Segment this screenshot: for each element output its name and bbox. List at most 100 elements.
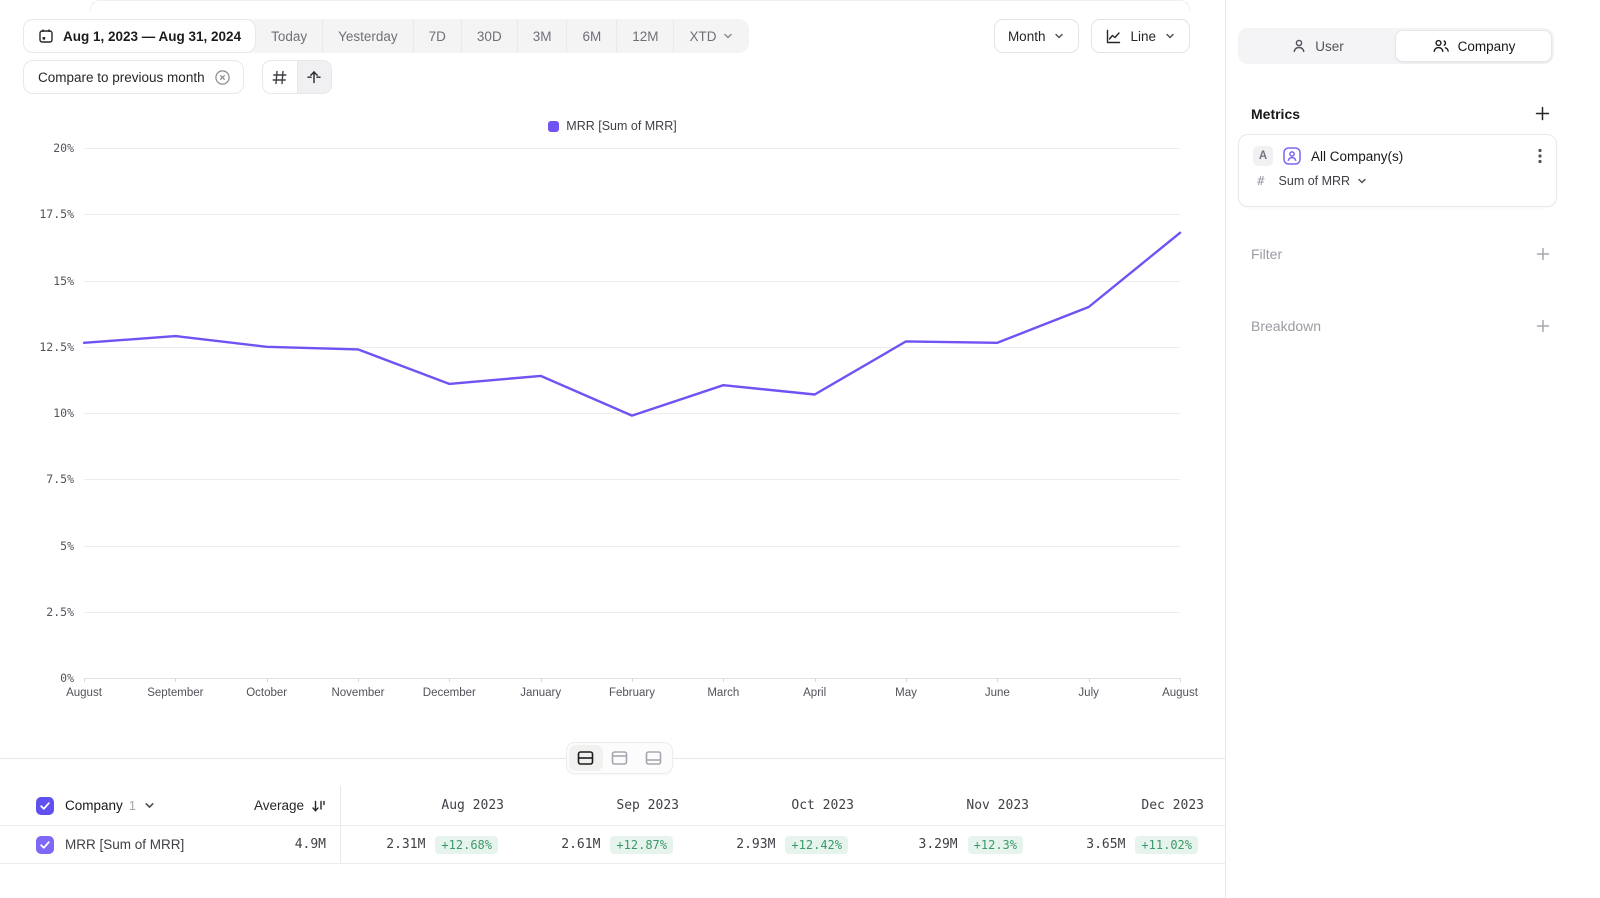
mrr-chart: 0%2.5%5%7.5%10%12.5%15%17.5%20%AugustSep… — [20, 140, 1200, 710]
arrow-up-icon — [306, 69, 322, 85]
preset-7d[interactable]: 7D — [413, 19, 461, 53]
x-tick-label: March — [675, 687, 771, 699]
delta-badge: +12.87% — [610, 836, 673, 854]
tab-user[interactable]: User — [1240, 30, 1395, 62]
x-tick-label: February — [584, 687, 680, 699]
grid-toggle-button[interactable] — [263, 61, 297, 93]
month-value-cells: 2.31M +12.68% 2.61M +12.87% 2.93M +12.42… — [341, 826, 1225, 863]
chart-only-view-icon — [611, 750, 628, 766]
delta-badge: +11.02% — [1135, 836, 1198, 854]
line-chart-icon — [1105, 28, 1122, 45]
row-checkbox[interactable] — [36, 836, 54, 854]
split-view-button[interactable] — [569, 745, 603, 771]
x-tick-label: October — [219, 687, 315, 699]
delta-badge: +12.68% — [435, 836, 498, 854]
add-metric-icon[interactable] — [1534, 105, 1551, 122]
x-tick-label: May — [858, 687, 954, 699]
select-all-checkbox[interactable] — [36, 797, 54, 815]
kebab-menu-icon[interactable] — [1536, 146, 1544, 166]
add-breakdown-icon[interactable] — [1535, 318, 1551, 334]
metric-card-row1: A All Company(s) — [1253, 146, 1544, 166]
entity-header-label: Company — [65, 798, 123, 813]
date-preset-group: Aug 1, 2023 — Aug 31, 2024 Today Yesterd… — [23, 19, 749, 53]
breakdown-title: Breakdown — [1251, 318, 1321, 334]
x-tick-label: January — [493, 687, 589, 699]
filter-title: Filter — [1251, 246, 1282, 262]
x-tick-label: April — [767, 687, 863, 699]
column-header: Sep 2023 — [516, 786, 691, 825]
metric-letter-badge: A — [1253, 146, 1273, 166]
preset-6m[interactable]: 6M — [566, 19, 616, 53]
granularity-button[interactable]: Month — [994, 19, 1080, 53]
tab-company[interactable]: Company — [1395, 30, 1552, 62]
granularity-label: Month — [1008, 29, 1046, 44]
x-tick-label: November — [310, 687, 406, 699]
x-tick-label: August — [36, 687, 132, 699]
chart-type-button[interactable]: Line — [1091, 19, 1190, 53]
preset-today[interactable]: Today — [256, 19, 322, 53]
date-range-button[interactable]: Aug 1, 2023 — Aug 31, 2024 — [23, 19, 256, 53]
value-cell: 3.65M +11.02% — [1041, 826, 1216, 863]
entity-type-toggle: User Company — [1238, 28, 1554, 64]
filter-header: Filter — [1251, 246, 1551, 262]
calendar-icon — [38, 28, 54, 44]
preset-12m[interactable]: 12M — [616, 19, 673, 53]
metric-card-row2[interactable]: # Sum of MRR — [1253, 173, 1544, 188]
x-tick-label: August — [1132, 687, 1228, 699]
metric-card[interactable]: A All Company(s) # Sum of MRR — [1238, 134, 1557, 207]
metrics-title: Metrics — [1251, 106, 1300, 122]
trend-toggle-button[interactable] — [297, 61, 331, 93]
report-main-area: Aug 1, 2023 — Aug 31, 2024 Today Yesterd… — [0, 0, 1225, 898]
preset-xtd[interactable]: XTD — [673, 19, 749, 53]
metrics-header: Metrics — [1251, 105, 1551, 122]
number-property-icon: # — [1257, 173, 1265, 188]
date-toolbar: Aug 1, 2023 — Aug 31, 2024 Today Yesterd… — [23, 19, 749, 53]
chevron-down-icon — [1356, 175, 1368, 187]
table-header-row: Company 1 Average — [0, 786, 1225, 825]
compare-chip-label: Compare to previous month — [38, 70, 205, 85]
date-range-label: Aug 1, 2023 — Aug 31, 2024 — [63, 29, 241, 44]
table-only-view-button[interactable] — [636, 745, 670, 771]
preset-yesterday[interactable]: Yesterday — [322, 19, 413, 53]
metric-row-label: MRR [Sum of MRR] — [65, 837, 184, 852]
tab-company-label: Company — [1458, 39, 1516, 54]
column-header: Oct 2023 — [691, 786, 866, 825]
config-sidebar: User Company Metrics A — [1225, 0, 1600, 898]
month-header-cells: Aug 2023 Sep 2023 Oct 2023 Nov 2023 Dec … — [341, 786, 1225, 825]
chart-legend: MRR [Sum of MRR] — [0, 119, 1225, 133]
company-icon — [1432, 38, 1450, 54]
chevron-down-icon — [1164, 30, 1176, 42]
x-tick-label: December — [401, 687, 497, 699]
add-filter-icon[interactable] — [1535, 246, 1551, 262]
table-row[interactable]: MRR [Sum of MRR] 4.9M 2.31M +12.68% 2.61… — [0, 825, 1225, 864]
split-view-icon — [577, 750, 594, 766]
compare-chip[interactable]: Compare to previous month — [23, 60, 244, 94]
chart-type-label: Line — [1130, 29, 1156, 44]
breakdown-header: Breakdown — [1251, 318, 1551, 334]
series-line — [84, 233, 1180, 416]
chevron-down-icon — [722, 30, 734, 42]
remove-compare-icon[interactable] — [214, 69, 231, 86]
entity-count: 1 — [129, 798, 136, 813]
x-tick-label: June — [949, 687, 1045, 699]
entity-header-cell: Company 1 Average — [0, 786, 341, 825]
legend-swatch — [548, 121, 559, 132]
company-card-icon — [1282, 146, 1302, 166]
average-header[interactable]: Average — [254, 798, 340, 813]
chart-option-toggle — [262, 60, 332, 94]
value-cell: 2.31M +12.68% — [341, 826, 516, 863]
chart-only-view-button[interactable] — [603, 745, 637, 771]
metric-name: All Company(s) — [1311, 149, 1403, 164]
layout-view-toggle — [566, 742, 673, 774]
chart-config-buttons: Month Line — [994, 19, 1190, 53]
preset-3m[interactable]: 3M — [517, 19, 567, 53]
compare-toolbar: Compare to previous month — [23, 60, 332, 94]
column-header: Nov 2023 — [866, 786, 1041, 825]
value-cell: 2.61M +12.87% — [516, 826, 691, 863]
row-average-value: 4.9M — [295, 837, 340, 852]
chevron-down-icon — [1053, 30, 1065, 42]
preset-30d[interactable]: 30D — [461, 19, 517, 53]
column-header: Dec 2023 — [1041, 786, 1216, 825]
legend-label: MRR [Sum of MRR] — [566, 119, 676, 133]
chevron-down-icon[interactable] — [143, 799, 156, 812]
